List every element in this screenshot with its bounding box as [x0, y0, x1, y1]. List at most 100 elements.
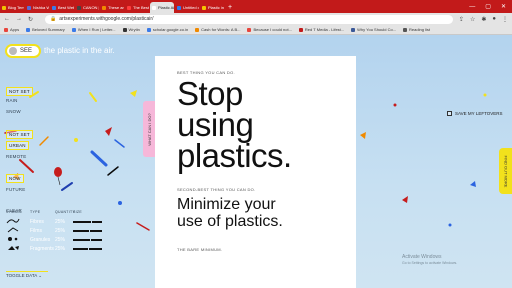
- close-window-button[interactable]: ✕: [501, 2, 506, 13]
- bookmark-label: Red T Media - Lifest...: [304, 27, 345, 32]
- size-slider[interactable]: [73, 237, 123, 243]
- film-symbol-icon: [6, 226, 30, 235]
- particle-fragment: [130, 90, 137, 97]
- extension-icon[interactable]: ✱: [481, 16, 486, 23]
- tab-strip: Blog Temp×Nishka W×Best Web×CANON |×Thes…: [0, 0, 512, 13]
- browser-tab[interactable]: Best Web×: [50, 2, 74, 13]
- bookmark-item[interactable]: Apps: [4, 27, 19, 32]
- reload-icon[interactable]: ↻: [28, 16, 33, 23]
- browser-tab[interactable]: Plastic in×: [200, 2, 224, 13]
- url-text: artsexperiments.withgoogle.com/plasticai…: [59, 16, 154, 22]
- forward-icon[interactable]: →: [16, 16, 22, 22]
- bookmark-favicon-icon: [4, 27, 8, 32]
- toggle-knob: [9, 47, 17, 55]
- minimize-button[interactable]: —: [469, 2, 475, 13]
- bookmark-item[interactable]: Wrytin: [122, 27, 140, 32]
- particle-fragment: [402, 196, 408, 203]
- find-out-more-tab[interactable]: FIND OUT MORE: [499, 148, 512, 194]
- bookmark-label: Cash for Words: A B...: [201, 27, 241, 32]
- type-label: Films: [30, 227, 42, 234]
- future-filter[interactable]: FUTURE: [6, 187, 25, 192]
- tab-label: Plastic in: [208, 5, 224, 10]
- particle-fragment: [105, 127, 112, 136]
- minimize-heading: Minimize your use of plastics.: [177, 196, 334, 230]
- heading-line: using: [177, 106, 254, 143]
- heading-line: plastics.: [177, 137, 292, 174]
- bookmark-favicon-icon: [403, 27, 408, 32]
- browser-tab[interactable]: Untitled d×: [175, 2, 199, 13]
- tab-favicon-icon: [102, 5, 106, 10]
- legend-row: Fragments 25%: [6, 244, 156, 253]
- fibre-symbol-icon: [6, 218, 30, 226]
- browser-tab[interactable]: Nishka W×: [25, 2, 49, 13]
- bookmark-label: Reading list: [409, 27, 430, 32]
- remote-filter[interactable]: REMOTE: [6, 154, 26, 159]
- legend-row: Films 25%: [6, 226, 156, 235]
- size-slider[interactable]: [73, 228, 123, 234]
- particle-fibre: [19, 159, 34, 173]
- legend-row: Granules 25%: [6, 235, 156, 244]
- tab-favicon-icon: [77, 5, 81, 10]
- back-icon[interactable]: ←: [4, 16, 10, 22]
- browser-tab[interactable]: The Best V×: [125, 2, 149, 13]
- url-field[interactable]: 🔒 artsexperiments.withgoogle.com/plastic…: [45, 14, 453, 24]
- tab-label: Untitled d: [183, 5, 199, 10]
- symbol-header: SYMBOL: [6, 210, 23, 214]
- menu-icon[interactable]: ⋮: [502, 16, 508, 23]
- bookmark-item[interactable]: Why You Should Co...: [351, 27, 396, 32]
- quantity-value: 25%: [55, 227, 66, 234]
- bare-minimum-eyebrow: THE BARE MINIMUM.: [177, 247, 223, 252]
- bookmark-item[interactable]: Because I could not...: [247, 27, 292, 32]
- bookmark-item[interactable]: When I Run | Letter...: [71, 27, 116, 32]
- info-card: BEST THING YOU CAN DO. Stop using plasti…: [155, 56, 356, 288]
- urban-filter[interactable]: URBAN: [6, 141, 29, 150]
- bookmark-item[interactable]: Reading list: [403, 27, 430, 32]
- size-header: SIZE: [73, 210, 82, 214]
- toggle-data-button[interactable]: TOGGLE DATA ⌄: [6, 271, 48, 279]
- bookmark-label: Why You Should Co...: [357, 27, 397, 32]
- headline: the plastic in the air.: [44, 46, 115, 55]
- checkbox-icon: [447, 111, 452, 116]
- weather-not-set-filter[interactable]: NOT SET: [6, 87, 33, 96]
- particle-fibre: [107, 166, 119, 176]
- new-tab-button[interactable]: +: [228, 2, 232, 13]
- bookmark-label: Because I could not...: [253, 27, 292, 32]
- rain-filter[interactable]: RAIN: [6, 98, 18, 103]
- browser-tools: ⇪ ☆ ✱ ● ⋮: [459, 16, 508, 23]
- star-icon[interactable]: ☆: [470, 16, 475, 23]
- tab-favicon-icon: [2, 5, 6, 10]
- tab-label: These are: [108, 5, 124, 10]
- what-can-i-do-label: WHAT CAN I DO?: [146, 112, 152, 146]
- bookmark-item[interactable]: scholar.google.co.in: [146, 27, 188, 32]
- type-label: Fragments: [30, 245, 54, 252]
- legend-header: SYMBOL TYPE QUANTITY SIZE: [6, 210, 156, 214]
- maximize-button[interactable]: ▢: [485, 2, 491, 13]
- quantity-header: QUANTITY: [55, 210, 76, 214]
- subheading-line: Minimize your: [177, 196, 276, 213]
- browser-tab[interactable]: These are×: [100, 2, 124, 13]
- browser-tab[interactable]: Blog Temp×: [0, 2, 24, 13]
- subheading-line: use of plastics.: [177, 213, 283, 230]
- profile-icon[interactable]: ●: [492, 16, 496, 23]
- share-icon[interactable]: ⇪: [459, 16, 464, 23]
- tab-label: The Best V: [133, 5, 149, 10]
- snow-filter[interactable]: SNOW: [6, 109, 21, 114]
- find-out-more-label: FIND OUT MORE: [503, 155, 508, 187]
- bookmark-favicon-icon: [26, 27, 31, 32]
- bookmark-item[interactable]: Cash for Words: A B...: [195, 27, 240, 32]
- what-can-i-do-tab[interactable]: WHAT CAN I DO?: [143, 101, 155, 157]
- size-slider[interactable]: [73, 246, 123, 252]
- see-toggle[interactable]: SEE: [5, 44, 41, 58]
- particle-fibre: [90, 150, 108, 167]
- tab-favicon-icon: [177, 5, 181, 10]
- area-not-set-filter[interactable]: NOT SET: [6, 130, 33, 139]
- bookmark-item[interactable]: Red T Media - Lifest...: [298, 27, 345, 32]
- save-leftovers-checkbox[interactable]: SAVE MY LEFTOVERS: [447, 111, 503, 116]
- size-slider[interactable]: [73, 219, 123, 225]
- particle-granule: [118, 201, 122, 205]
- browser-tab[interactable]: CANON |×: [75, 2, 99, 13]
- browser-tab[interactable]: Plastic Air×: [150, 2, 174, 13]
- bookmark-item[interactable]: Beloved Summary: [26, 27, 65, 32]
- type-label: Granules: [30, 236, 51, 243]
- now-filter[interactable]: NOW: [6, 174, 24, 183]
